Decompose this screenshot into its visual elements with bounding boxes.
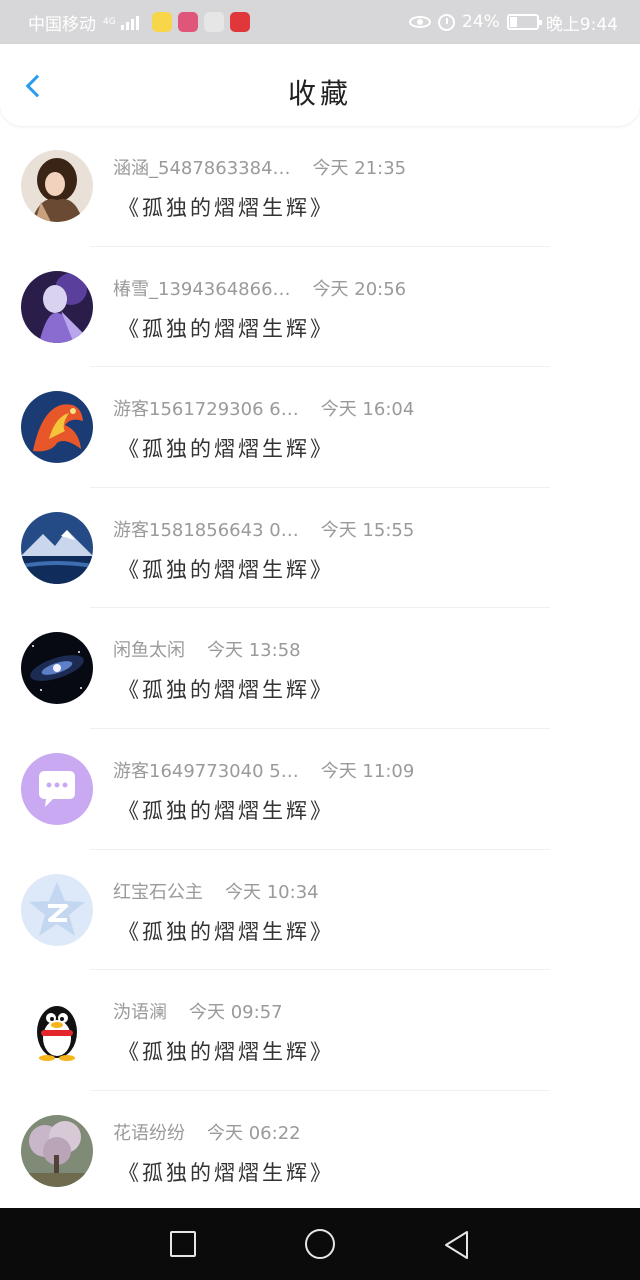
favorites-list: 涵涵_5487863384… 今天 21:35 《孤独的熠熠生辉》 椿雪_139436… [0, 126, 640, 1212]
battery-icon [506, 14, 542, 30]
user-name: 涵涵_5487863384… [113, 158, 291, 179]
timestamp: 今天 21:35 [312, 158, 407, 179]
blossom-tree-avatar[interactable] [21, 1114, 93, 1187]
recent-apps-button[interactable] [170, 1231, 196, 1257]
timestamp: 今天 11:09 [320, 760, 415, 782]
back-triangle-icon[interactable] [443, 1230, 471, 1260]
item-meta: 游客1561729306 6… 今天 16:04 [113, 395, 414, 421]
user-name: 沩语澜 [113, 1002, 167, 1024]
item-meta: 涵涵_5487863384… 今天 21:35 [113, 154, 406, 180]
phoenix-avatar[interactable] [21, 391, 93, 464]
list-item[interactable]: 游客1561729306 6… 今天 16:04 《孤独的熠熠生辉》 [0, 367, 640, 488]
list-item[interactable]: 闲鱼太闲 今天 13:58 《孤独的熠熠生辉》 [0, 608, 640, 729]
list-item[interactable]: 游客1649773040 5… 今天 11:09 《孤独的熠熠生辉》 [0, 729, 640, 850]
timestamp: 今天 09:57 [189, 1002, 283, 1024]
network-type: 4G [103, 16, 116, 27]
timestamp: 今天 06:22 [207, 1122, 301, 1144]
user-name: 红宝石公主 [113, 881, 203, 903]
mountain-lake-avatar[interactable] [21, 511, 93, 584]
huawei-app-icon [229, 12, 250, 32]
galaxy-avatar[interactable] [21, 632, 93, 705]
notification-icons [151, 12, 250, 32]
anime-character-avatar[interactable] [21, 270, 93, 343]
navigation-bar [0, 1208, 640, 1280]
list-item[interactable]: 涵涵_5487863384… 今天 21:35 《孤独的熠熠生辉》 [0, 126, 640, 247]
favorite-content: 《孤独的熠熠生辉》 [118, 437, 334, 462]
user-name: 花语纷纷 [113, 1122, 185, 1144]
alarm-icon [438, 13, 456, 31]
colorful-app-icon [177, 12, 198, 32]
favorite-content: 《孤独的熠熠生辉》 [118, 1160, 334, 1185]
user-name: 椿雪_1394364866… [113, 278, 291, 300]
battery-percent: 24% [462, 12, 500, 32]
timestamp: 今天 20:56 [312, 278, 407, 300]
favorite-content: 《孤独的熠熠生辉》 [118, 557, 334, 582]
item-meta: 游客1649773040 5… 今天 11:09 [113, 757, 414, 783]
user-name: 闲鱼太闲 [113, 640, 185, 662]
chat-bubble-avatar[interactable] [21, 752, 93, 825]
status-bar: 中国移动 4G 24% 晚上9:44 [0, 0, 640, 44]
duck-app-icon [151, 12, 172, 32]
timestamp: 今天 13:58 [207, 640, 301, 662]
signal-icon [120, 14, 139, 30]
anime-girl-avatar[interactable] [21, 150, 93, 222]
item-meta: 闲鱼太闲 今天 13:58 [113, 636, 301, 662]
favorite-content: 《孤独的熠熠生辉》 [118, 1040, 334, 1065]
favorite-content: 《孤独的熠熠生辉》 [118, 919, 334, 944]
status-right: 24% 晚上9:44 [409, 10, 618, 35]
list-item[interactable]: 红宝石公主 今天 10:34 《孤独的熠熠生辉》 [0, 850, 640, 971]
clock-time: 晚上9:44 [545, 14, 618, 35]
list-item[interactable]: 椿雪_1394364866… 今天 20:56 《孤独的熠熠生辉》 [0, 247, 640, 368]
carrier-label: 中国移动 [28, 14, 96, 35]
home-button[interactable] [305, 1229, 335, 1259]
favorite-content: 《孤独的熠熠生辉》 [118, 196, 334, 220]
timestamp: 今天 16:04 [320, 399, 415, 421]
list-item[interactable]: 沩语澜 今天 09:57 《孤独的熠熠生辉》 [0, 970, 640, 1091]
item-meta: 花语纷纷 今天 06:22 [113, 1119, 301, 1145]
user-name: 游客1649773040 5… [113, 760, 299, 782]
qq-penguin-avatar[interactable] [21, 994, 93, 1067]
item-meta: 椿雪_1394364866… 今天 20:56 [113, 275, 406, 301]
qzone-star-avatar[interactable] [21, 873, 93, 946]
user-name: 游客1581856643 0… [113, 519, 299, 541]
user-name: 游客1561729306 6… [113, 399, 299, 421]
favorite-content: 《孤独的熠熠生辉》 [118, 316, 334, 341]
header: 收藏 [0, 44, 640, 126]
timestamp: 今天 15:55 [320, 519, 415, 541]
list-item[interactable]: 游客1581856643 0… 今天 15:55 《孤独的熠熠生辉》 [0, 488, 640, 609]
item-meta: 游客1581856643 0… 今天 15:55 [113, 516, 414, 542]
favorite-content: 《孤独的熠熠生辉》 [118, 678, 334, 703]
list-item[interactable]: 花语纷纷 今天 06:22 《孤独的熠熠生辉》 [0, 1091, 640, 1212]
status-left: 中国移动 4G [28, 10, 250, 35]
page-title: 收藏 [287, 77, 352, 110]
favorite-content: 《孤独的熠熠生辉》 [118, 798, 334, 823]
item-meta: 沩语澜 今天 09:57 [113, 998, 283, 1024]
send-app-icon [203, 12, 224, 32]
item-meta: 红宝石公主 今天 10:34 [113, 878, 319, 904]
timestamp: 今天 10:34 [225, 881, 319, 903]
eye-comfort-icon [409, 16, 432, 28]
